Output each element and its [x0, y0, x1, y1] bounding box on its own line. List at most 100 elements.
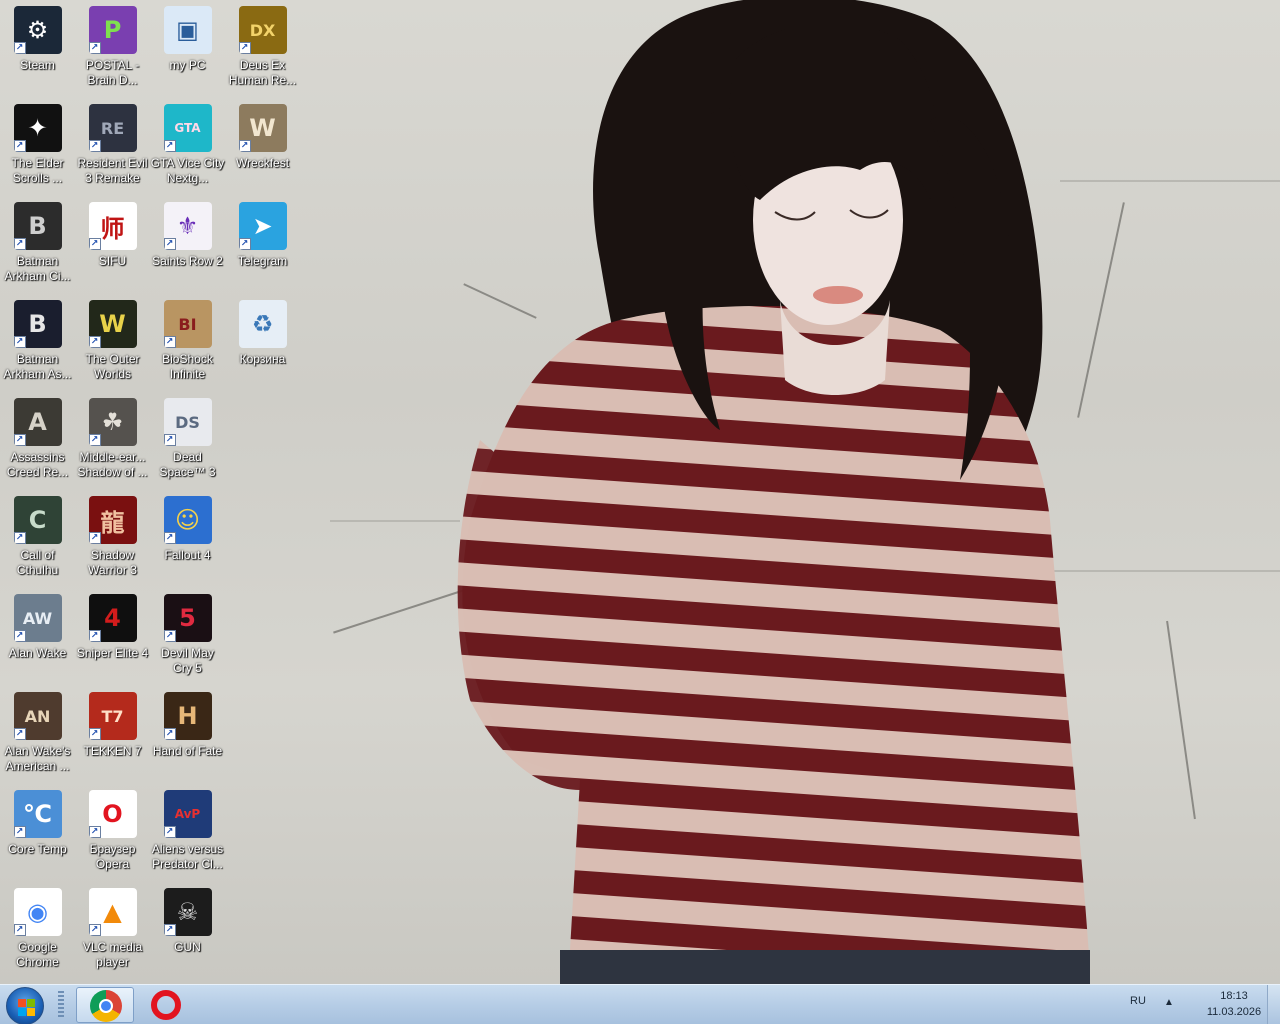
- icon-glyph: 龍: [100, 508, 125, 537]
- icon-glyph: AvP: [174, 807, 201, 821]
- icon-glyph: W: [249, 114, 276, 142]
- icon-glyph: H: [177, 702, 198, 730]
- taskbar-grip[interactable]: [58, 991, 64, 1019]
- desktop-icon[interactable]: ✦ ↗ The Elder Scrolls ...: [0, 98, 75, 190]
- desktop-icon[interactable]: BI ↗ BioShock Infinite: [150, 294, 225, 386]
- desktop-icon-label: Shadow Warrior 3: [88, 548, 137, 577]
- desktop-icon-label: Assassins Creed Re...: [6, 450, 69, 479]
- desktop-icon[interactable]: ➤ ↗ Telegram: [225, 196, 300, 288]
- shortcut-arrow-icon: ↗: [238, 238, 251, 250]
- icon-glyph: ▲: [103, 898, 122, 926]
- desktop-icon-label: The Elder Scrolls ...: [11, 156, 64, 185]
- icon-glyph: B: [28, 212, 47, 240]
- desktop-icon[interactable]: AW ↗ Alan Wake: [0, 588, 75, 680]
- assassins-creed-icon: A ↗: [13, 398, 62, 446]
- desktop-icon-label: Alan Wake: [8, 646, 67, 660]
- desktop-icon[interactable]: 4 ↗ Sniper Elite 4: [75, 588, 150, 680]
- desktop-icon-label: Saints Row 2: [152, 254, 223, 268]
- desktop-icon[interactable]: 师 ↗ SIFU: [75, 196, 150, 288]
- icon-glyph: 4: [104, 604, 121, 632]
- batman-city-icon: B ↗: [13, 202, 62, 250]
- desktop-icon[interactable]: B ↗ Batman Arkham Ci...: [0, 196, 75, 288]
- desktop-icon[interactable]: ⚜ ↗ Saints Row 2: [150, 196, 225, 288]
- desktop-icon[interactable]: ◉ ↗ Google Chrome: [0, 882, 75, 974]
- desktop-icon[interactable]: B ↗ Batman Arkham As...: [0, 294, 75, 386]
- shortcut-arrow-icon: ↗: [88, 630, 101, 642]
- desktop-icon[interactable]: AN ↗ Alan Wake's American ...: [0, 686, 75, 778]
- desktop-icon[interactable]: P ↗ POSTAL - Brain D...: [75, 0, 150, 92]
- shortcut-arrow-icon: ↗: [163, 630, 176, 642]
- clock-time[interactable]: 18:13: [1204, 990, 1264, 1002]
- icon-glyph: 师: [100, 214, 125, 243]
- desktop-icon[interactable]: H ↗ Hand of Fate: [150, 686, 225, 778]
- desktop-icon-label: Resident Evil 3 Remake: [77, 156, 148, 185]
- desktop-icon-label: BioShock Infinite: [162, 352, 213, 381]
- sniper-elite-icon: 4 ↗: [88, 594, 137, 642]
- desktop-icon[interactable]: ▲ ↗ VLC media player: [75, 882, 150, 974]
- desktop-icon[interactable]: W ↗ Wreckfest: [225, 98, 300, 190]
- call-of-cthulhu-icon: C ↗: [13, 496, 62, 544]
- opera-icon: O ↗: [88, 790, 137, 838]
- icon-glyph: DX: [249, 20, 276, 40]
- shortcut-arrow-icon: ↗: [13, 826, 26, 838]
- chrome-icon: ◉ ↗: [13, 888, 62, 936]
- desktop-icon[interactable]: 5 ↗ Devil May Cry 5: [150, 588, 225, 680]
- icon-glyph: B: [28, 310, 47, 338]
- desktop-icon[interactable]: GTA ↗ GTA Vice City Nextg...: [150, 98, 225, 190]
- desktop-icon[interactable]: ☺ ↗ Fallout 4: [150, 490, 225, 582]
- icon-glyph: ☘: [101, 408, 124, 436]
- clock-date[interactable]: 11.03.2026: [1196, 1006, 1272, 1018]
- desktop-icon-label: Deus Ex Human Re...: [228, 58, 297, 87]
- show-desktop-button[interactable]: [1267, 985, 1280, 1024]
- icon-glyph: BI: [178, 314, 197, 334]
- desktop-icon-label: GTA Vice City Nextg...: [150, 156, 225, 185]
- gta-vice-city-icon: GTA ↗: [163, 104, 212, 152]
- icon-glyph: 5: [179, 604, 196, 632]
- desktop-icon[interactable]: DS ↗ Dead Space™ 3: [150, 392, 225, 484]
- desktop-icon[interactable]: ☘ ↗ Middle-ear... Shadow of ...: [75, 392, 150, 484]
- shadow-warrior-icon: 龍 ↗: [88, 496, 137, 544]
- desktop-icon-label: Middle-ear... Shadow of ...: [77, 450, 148, 479]
- desktop-icon[interactable]: 龍 ↗ Shadow Warrior 3: [75, 490, 150, 582]
- desktop-icon[interactable]: O ↗ Браузер Opera: [75, 784, 150, 876]
- icon-glyph: ♻: [251, 310, 274, 338]
- desktop-icon-label: Google Chrome: [16, 940, 59, 969]
- shortcut-arrow-icon: ↗: [163, 434, 176, 446]
- taskbar-opera-button[interactable]: [138, 987, 196, 1023]
- hand-of-fate-icon: H ↗: [163, 692, 212, 740]
- wreckfest-icon: W ↗: [238, 104, 287, 152]
- desktop-icon[interactable]: ℃ ↗ Core Temp: [0, 784, 75, 876]
- vlc-icon: ▲ ↗: [88, 888, 137, 936]
- desktop-icon-label: Браузер Opera: [89, 842, 136, 871]
- shortcut-arrow-icon: ↗: [13, 238, 26, 250]
- middle-earth-icon: ☘ ↗: [88, 398, 137, 446]
- batman-asylum-icon: B ↗: [13, 300, 62, 348]
- desktop-icon-label: Batman Arkham As...: [3, 352, 72, 381]
- shortcut-arrow-icon: ↗: [88, 42, 101, 54]
- desktop-icon[interactable]: ⚙ ↗ Steam: [0, 0, 75, 92]
- desktop-icon[interactable]: W ↗ The Outer Worlds: [75, 294, 150, 386]
- icon-glyph: DS: [175, 412, 200, 432]
- desktop-icon[interactable]: DX ↗ Deus Ex Human Re...: [225, 0, 300, 92]
- tekken-icon: T7 ↗: [88, 692, 137, 740]
- desktop-icon[interactable]: RE ↗ Resident Evil 3 Remake: [75, 98, 150, 190]
- shortcut-arrow-icon: ↗: [88, 532, 101, 544]
- language-indicator[interactable]: RU: [1130, 995, 1146, 1007]
- show-hidden-icons-button[interactable]: ▲: [1164, 997, 1174, 1008]
- outer-worlds-icon: W ↗: [88, 300, 137, 348]
- desktop-icon-label: Fallout 4: [164, 548, 211, 562]
- desktop-icon[interactable]: ☠ ↗ GUN: [150, 882, 225, 974]
- desktop-icon[interactable]: ♻ Корзина: [225, 294, 300, 386]
- shortcut-arrow-icon: ↗: [13, 140, 26, 152]
- desktop-icon[interactable]: T7 ↗ TEKKEN 7: [75, 686, 150, 778]
- shortcut-arrow-icon: ↗: [163, 140, 176, 152]
- icon-glyph: C: [28, 506, 47, 534]
- icon-glyph: P: [103, 16, 122, 44]
- taskbar-chrome-button[interactable]: [76, 987, 134, 1023]
- start-button[interactable]: [6, 987, 44, 1024]
- desktop-icon[interactable]: A ↗ Assassins Creed Re...: [0, 392, 75, 484]
- desktop-icon[interactable]: C ↗ Call of Cthulhu: [0, 490, 75, 582]
- desktop-icon[interactable]: ▣ my PC: [150, 0, 225, 92]
- steam-icon: ⚙ ↗: [13, 6, 62, 54]
- desktop-icon[interactable]: AvP ↗ Aliens versus Predator Cl...: [150, 784, 225, 876]
